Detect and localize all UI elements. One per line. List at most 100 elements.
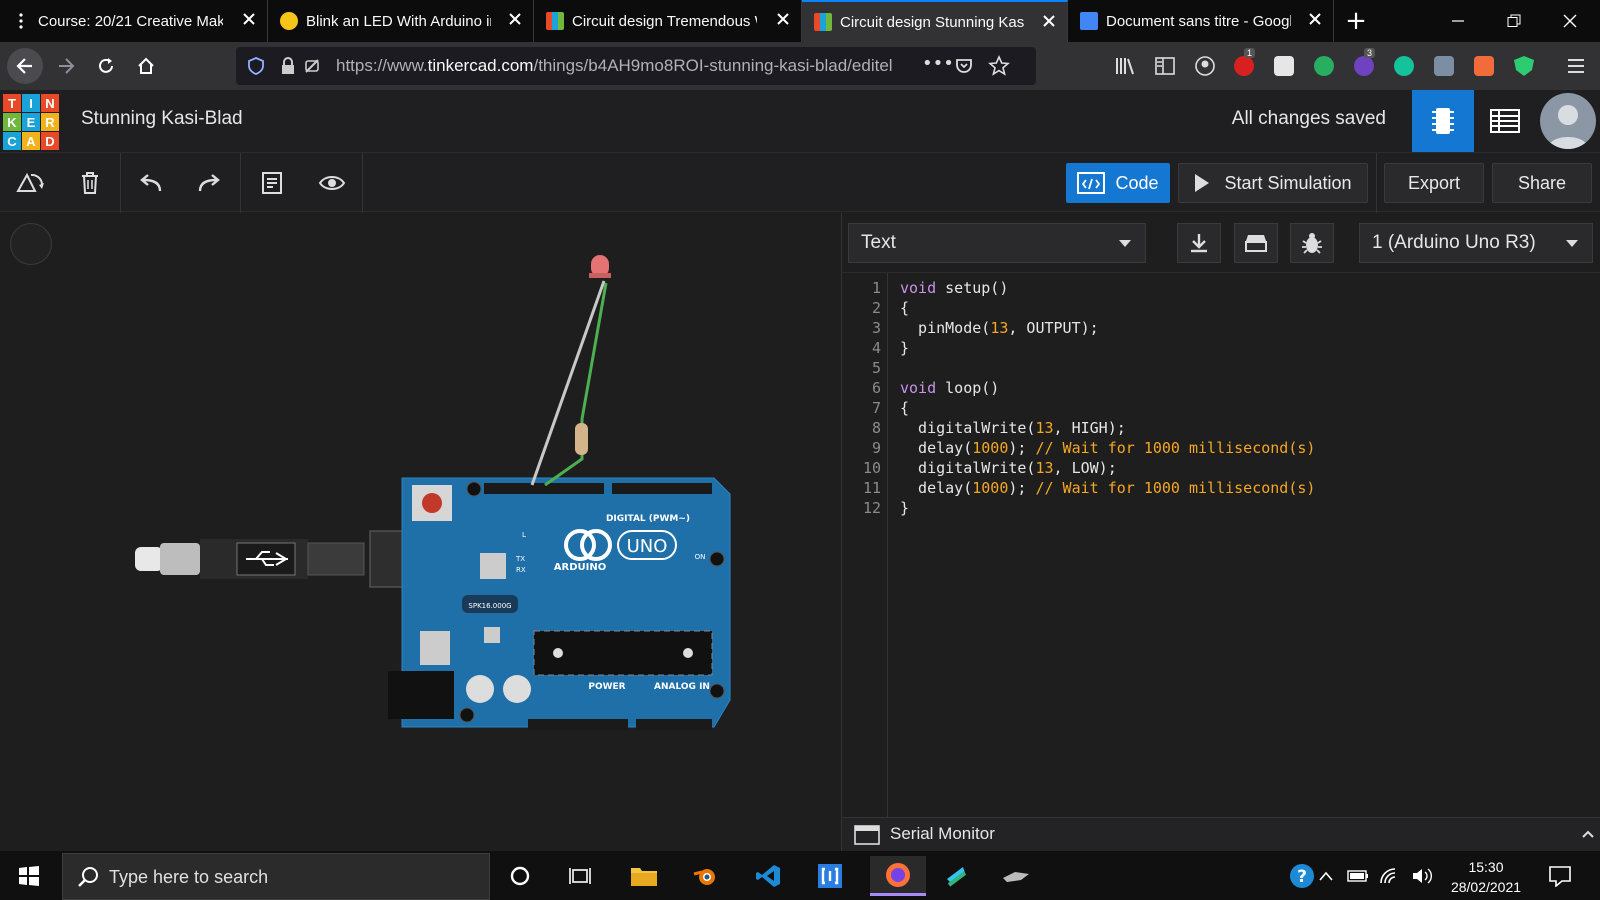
code-mode-dropdown[interactable]: Text xyxy=(848,223,1146,263)
browser-tab-course[interactable]: Course: 20/21 Creative Makin xyxy=(0,0,268,42)
start-simulation-button[interactable]: Start Simulation xyxy=(1178,163,1368,203)
shield-extension-icon[interactable] xyxy=(1514,56,1534,76)
matlab-extension-icon[interactable] xyxy=(1474,56,1494,76)
close-tab-icon[interactable] xyxy=(775,11,791,27)
undo-icon[interactable] xyxy=(130,163,170,203)
reader-extension-icon[interactable] xyxy=(1274,56,1294,76)
back-arrow-icon[interactable] xyxy=(7,48,43,84)
blender-icon[interactable] xyxy=(686,856,726,896)
resistor[interactable] xyxy=(575,423,588,455)
thunder-extension-icon[interactable] xyxy=(1354,56,1374,76)
bracket-app-icon[interactable] xyxy=(810,856,850,896)
wifi-icon[interactable] xyxy=(1376,856,1404,896)
wire-grey[interactable] xyxy=(530,280,606,486)
reload-icon[interactable] xyxy=(88,48,124,84)
close-window-icon[interactable] xyxy=(1542,0,1598,42)
code-panel-header: Text 1 (Arduino Uno R3) xyxy=(842,213,1600,273)
debugger-button[interactable] xyxy=(1290,223,1334,263)
browser-tab-strip: Course: 20/21 Creative Makin Blink an LE… xyxy=(0,0,1600,42)
download-code-button[interactable] xyxy=(1177,223,1221,263)
notifications-icon[interactable] xyxy=(1540,856,1580,896)
volume-icon[interactable] xyxy=(1408,856,1436,896)
new-tab-button[interactable]: + xyxy=(1334,0,1378,42)
browser-tab-google-doc[interactable]: Document sans titre - Googl xyxy=(1068,0,1334,42)
svg-text:?: ? xyxy=(1297,867,1307,887)
firefox-icon[interactable] xyxy=(870,856,926,896)
file-explorer-icon[interactable] xyxy=(624,856,664,896)
spy-extension-icon[interactable] xyxy=(1434,56,1454,76)
vscode-icon[interactable] xyxy=(748,856,788,896)
code-line: delay(1000); // Wait for 1000 millisecon… xyxy=(900,479,1316,497)
rotate-icon[interactable] xyxy=(10,163,50,203)
ublock-extension-icon[interactable] xyxy=(1234,56,1254,76)
chevron-up-icon[interactable] xyxy=(1582,830,1594,838)
red-led[interactable] xyxy=(589,255,611,278)
url-bar[interactable]: https://www.tinkercad.com/things/b4AH9mo… xyxy=(236,47,1036,85)
taskbar-search-box[interactable]: Type here to search xyxy=(62,853,490,900)
close-tab-icon[interactable] xyxy=(1041,13,1057,29)
library-icon[interactable] xyxy=(1114,56,1136,76)
close-tab-icon[interactable] xyxy=(507,11,523,27)
padlock-icon[interactable] xyxy=(280,57,296,75)
component-list-button[interactable] xyxy=(1474,90,1536,152)
notes-icon[interactable] xyxy=(252,163,292,203)
pocket-icon[interactable] xyxy=(954,56,974,76)
code-line: } xyxy=(900,339,910,357)
browser-tab-circuit-stunning[interactable]: Circuit design Stunning Kasi- xyxy=(802,0,1068,42)
logo-letter: K xyxy=(3,113,21,131)
serial-monitor-bar[interactable]: Serial Monitor xyxy=(842,817,1600,851)
url-path: /things/b4AH9mo8ROI-stunning-kasi-blad/e… xyxy=(533,56,893,75)
share-button[interactable]: Share xyxy=(1492,163,1592,203)
ublock-badge: 1 xyxy=(1244,48,1256,58)
minimize-window-icon[interactable] xyxy=(1430,0,1486,42)
grammarly-extension-icon[interactable] xyxy=(1394,56,1414,76)
hamburger-menu-icon[interactable] xyxy=(1566,58,1586,74)
bug-icon xyxy=(1302,233,1322,254)
restore-window-icon[interactable] xyxy=(1486,0,1542,42)
tinkercad-logo[interactable]: TIN KER CAD xyxy=(3,94,59,150)
code-editor[interactable]: void setup() { pinMode(13, OUTPUT);} void … xyxy=(842,273,1600,817)
wire-green[interactable] xyxy=(544,282,608,487)
avatar[interactable] xyxy=(1540,93,1596,149)
export-button[interactable]: Export xyxy=(1384,163,1484,203)
url-text[interactable]: https://www.tinkercad.com/things/b4AH9mo… xyxy=(336,56,893,76)
code-line: digitalWrite(13, LOW); xyxy=(900,459,1117,477)
visibility-eye-icon[interactable] xyxy=(312,163,352,203)
browser-tab-blink[interactable]: Blink an LED With Arduino in xyxy=(268,0,534,42)
cortana-icon[interactable] xyxy=(500,856,540,896)
project-title[interactable]: Stunning Kasi-Blad xyxy=(81,108,243,130)
taskbar-clock[interactable]: 15:30 28/02/2021 xyxy=(1446,857,1526,897)
tracking-shield-icon[interactable] xyxy=(246,56,266,76)
close-tab-icon[interactable] xyxy=(241,11,257,27)
windows-start-icon[interactable] xyxy=(9,856,49,896)
board-select-dropdown[interactable]: 1 (Arduino Uno R3) xyxy=(1359,223,1593,263)
browser-tab-circuit-tremendous[interactable]: Circuit design Tremendous W xyxy=(534,0,802,42)
b-plus-extension-icon[interactable] xyxy=(1314,56,1334,76)
sidebar-icon[interactable] xyxy=(1154,56,1176,76)
forward-arrow-icon[interactable] xyxy=(48,48,84,84)
task-view-icon[interactable] xyxy=(560,856,600,896)
bookmark-star-icon[interactable] xyxy=(988,55,1010,77)
editor-toolbar: Code Start Simulation Export Share xyxy=(0,152,1600,213)
battery-icon[interactable] xyxy=(1344,856,1372,896)
circuit-canvas[interactable]: UNO ARDUINO DIGITAL (PWM~) POWER ANALOG … xyxy=(0,213,840,851)
close-tab-icon[interactable] xyxy=(1307,11,1323,27)
search-icon xyxy=(78,867,98,887)
home-icon[interactable] xyxy=(128,48,164,84)
page-actions-menu-icon[interactable]: ••• xyxy=(922,53,954,74)
account-icon[interactable] xyxy=(1194,55,1216,77)
circuit-view-button[interactable] xyxy=(1412,90,1474,152)
redo-icon[interactable] xyxy=(190,163,230,203)
slack-icon[interactable] xyxy=(936,856,976,896)
code-button[interactable]: Code xyxy=(1066,163,1170,203)
chevron-up-icon[interactable] xyxy=(1314,856,1338,896)
logo-letter: I xyxy=(22,94,40,112)
arduino-uno-board[interactable]: UNO ARDUINO DIGITAL (PWM~) POWER ANALOG … xyxy=(388,477,731,730)
code-line: { xyxy=(900,399,910,417)
fighter-app-icon[interactable] xyxy=(996,856,1036,896)
code-line: void loop() xyxy=(900,379,1000,397)
trash-icon[interactable] xyxy=(70,163,110,203)
library-button[interactable] xyxy=(1234,223,1278,263)
permissions-icon[interactable] xyxy=(302,56,322,76)
code-line: { xyxy=(900,299,910,317)
